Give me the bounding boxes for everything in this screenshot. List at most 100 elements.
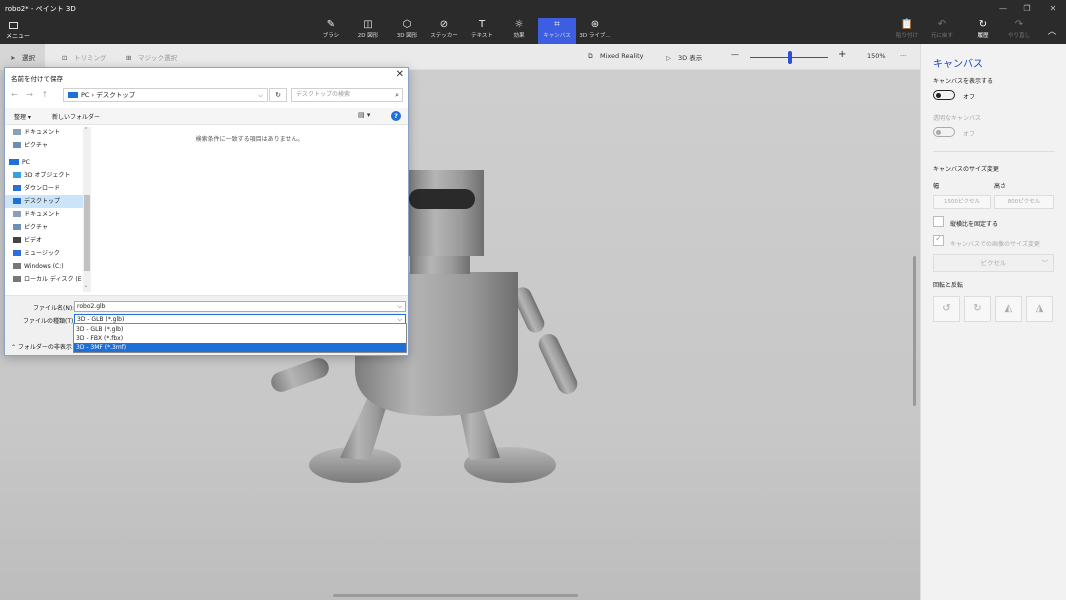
nav-item-desktop[interactable]: デスクトップ	[5, 195, 85, 208]
pc-icon	[9, 159, 19, 165]
nav-item-music[interactable]: ミュージック	[13, 247, 85, 260]
paste-button[interactable]: 📋 貼り付け	[894, 18, 920, 44]
tool-effects[interactable]: ☼ 効果	[506, 18, 532, 44]
zoom-slider-thumb[interactable]	[788, 51, 792, 64]
undo-button[interactable]: ↶ 元に戻す	[929, 18, 955, 44]
unit-select[interactable]: ピクセル ﹀	[933, 254, 1054, 272]
filetype-dropdown: 3D - GLB (*.glb) 3D - FBX (*.fbx) 3D - 3…	[73, 323, 407, 353]
rotate-left-button[interactable]: ↺	[933, 296, 960, 322]
canvas-horizontal-scrollbar[interactable]	[333, 594, 578, 597]
filetype-option-glb[interactable]: 3D - GLB (*.glb)	[74, 325, 406, 334]
nav-item-pictures[interactable]: ピクチャ	[13, 139, 85, 152]
zoom-in-button[interactable]: +	[838, 49, 846, 60]
new-folder-button[interactable]: 新しいフォルダー	[52, 112, 100, 121]
tool-text[interactable]: T テキスト	[468, 18, 496, 44]
nav-pane-scrollbar[interactable]: ⌃ ⌄	[83, 127, 91, 292]
history-button[interactable]: ↻ 履歴	[971, 18, 995, 44]
width-input[interactable]: 1500ピクセル	[933, 195, 991, 209]
flip-horizontal-button[interactable]: ◭	[995, 296, 1022, 322]
canvas-side-panel: キャンバス キャンバスを表示する オフ 透明なキャンバス オフ キャンバスのサイ…	[920, 44, 1066, 600]
show-canvas-state: オフ	[963, 94, 976, 101]
search-input[interactable]: デスクトップの検索 ⌕	[291, 88, 403, 102]
zoom-level[interactable]: 150%	[867, 52, 886, 60]
panel-divider	[933, 151, 1055, 152]
tool-brush[interactable]: ✎ ブラシ	[318, 18, 344, 44]
nav-item-pc[interactable]: PC	[9, 156, 81, 169]
filetype-option-3mf[interactable]: 3D - 3MF (*.3mf)	[74, 343, 406, 352]
nav-item-local-disk-e[interactable]: ローカル ディスク (E	[13, 273, 85, 286]
file-list-area[interactable]: 検索条件に一致する項目はありません。	[91, 125, 408, 295]
tool-stickers[interactable]: ⊘ ステッカー	[428, 18, 460, 44]
dialog-close-button[interactable]: ✕	[396, 69, 404, 80]
nav-arrows[interactable]: ← → ↑	[11, 90, 51, 99]
chevron-down-icon[interactable]: ⌵	[258, 89, 263, 101]
maximize-button[interactable]: ❐	[1016, 0, 1038, 18]
rotate-right-button[interactable]: ↻	[964, 296, 991, 322]
nav-item-videos[interactable]: ビデオ	[13, 234, 85, 247]
lock-aspect-ratio-checkbox[interactable]	[933, 216, 944, 227]
zoom-out-button[interactable]: —	[731, 50, 739, 59]
scroll-up-icon[interactable]: ⌃	[84, 127, 88, 133]
nav-item-documents-2[interactable]: ドキュメント	[13, 208, 85, 221]
lock-aspect-ratio-label: 縦横比を固定する	[950, 221, 999, 228]
nav-item-windows-c[interactable]: Windows (C:)	[13, 260, 85, 273]
navigation-pane: ドキュメント ピクチャ PC 3D オブジェクト ダウンロード デスクトップ ド…	[5, 125, 91, 295]
minimize-button[interactable]: —	[992, 0, 1014, 18]
transparent-canvas-toggle[interactable]	[933, 127, 955, 137]
nav-item-documents[interactable]: ドキュメント	[13, 126, 85, 139]
panel-title: キャンバス	[933, 59, 983, 70]
collapse-ribbon-icon[interactable]: ︿	[1044, 24, 1060, 38]
redo-button[interactable]: ↷ やり直し	[1006, 18, 1032, 44]
search-placeholder: デスクトップの検索	[296, 91, 351, 98]
tool-3d-library[interactable]: ⊛ 3D ライブ...	[578, 18, 612, 44]
pictures-icon	[13, 224, 21, 230]
mixed-reality-button[interactable]: ⧉ Mixed Reality	[588, 52, 643, 61]
view-options-icon[interactable]: ▤ ▾	[358, 111, 370, 119]
filetype-value: 3D - GLB (*.glb)	[77, 316, 125, 323]
filetype-option-fbx[interactable]: 3D - FBX (*.fbx)	[74, 334, 406, 343]
folder-icon	[9, 22, 18, 29]
menu-button[interactable]: メニュー	[6, 20, 36, 42]
address-bar[interactable]: PC › デスクトップ ⌵	[63, 88, 268, 102]
nav-item-3d-objects[interactable]: 3D オブジェクト	[13, 169, 85, 182]
filename-label: ファイル名(N):	[33, 305, 75, 312]
chevron-down-icon[interactable]: ⌵	[397, 302, 402, 311]
tool-3d-shapes[interactable]: ⬡ 3D 図形	[392, 18, 422, 44]
tool-canvas[interactable]: ⌗ キャンバス	[538, 18, 576, 44]
height-input[interactable]: 800ピクセル	[994, 195, 1054, 209]
organize-button[interactable]: 整理 ▾	[14, 112, 31, 121]
show-canvas-toggle[interactable]	[933, 90, 955, 100]
magic-select-button[interactable]: ⊞ マジック選択	[126, 52, 177, 62]
desktop-icon	[13, 198, 21, 204]
resize-canvas-label: キャンバスのサイズ変更	[933, 166, 999, 173]
address-path: PC › デスクトップ	[81, 91, 136, 99]
refresh-button[interactable]: ↻	[269, 88, 287, 102]
tool-label: キャンバス	[543, 33, 571, 39]
nav-label: ドキュメント	[24, 211, 61, 218]
hide-folders-toggle[interactable]: ⌃ フォルダーの非表示	[11, 342, 72, 351]
download-icon	[13, 185, 21, 191]
empty-message: 検索条件に一致する項目はありません。	[195, 136, 304, 143]
resize-image-checkbox[interactable]	[933, 234, 944, 246]
tool-label: ブラシ	[322, 33, 340, 39]
crop-icon: ⊡	[62, 54, 68, 62]
music-icon	[13, 250, 21, 256]
crop-button[interactable]: ⊡ トリミング	[62, 52, 107, 62]
scroll-down-icon[interactable]: ⌄	[84, 283, 88, 289]
magic-select-icon: ⊞	[126, 54, 132, 62]
tool-2d-shapes[interactable]: ◫ 2D 図形	[352, 18, 384, 44]
nav-item-pictures-2[interactable]: ピクチャ	[13, 221, 85, 234]
nav-pane-scroll-thumb[interactable]	[84, 195, 90, 271]
more-options-button[interactable]: ···	[900, 52, 906, 60]
canvas-vertical-scrollbar[interactable]	[913, 256, 916, 406]
height-label: 高さ	[994, 183, 1007, 190]
view-3d-button[interactable]: ▷ 3D 表示	[666, 52, 702, 62]
select-button[interactable]: ➤ 選択	[10, 52, 35, 62]
history-icon: ↻	[978, 19, 988, 30]
close-window-button[interactable]: ✕	[1042, 0, 1064, 18]
nav-item-downloads[interactable]: ダウンロード	[13, 182, 85, 195]
ribbon: メニュー ✎ ブラシ ◫ 2D 図形 ⬡ 3D 図形 ⊘ ステッカー T テキス…	[0, 18, 1066, 44]
help-icon[interactable]: ?	[391, 111, 401, 121]
filename-input[interactable]: robo2.glb ⌵	[74, 301, 406, 312]
flip-vertical-button[interactable]: ◮	[1026, 296, 1053, 322]
